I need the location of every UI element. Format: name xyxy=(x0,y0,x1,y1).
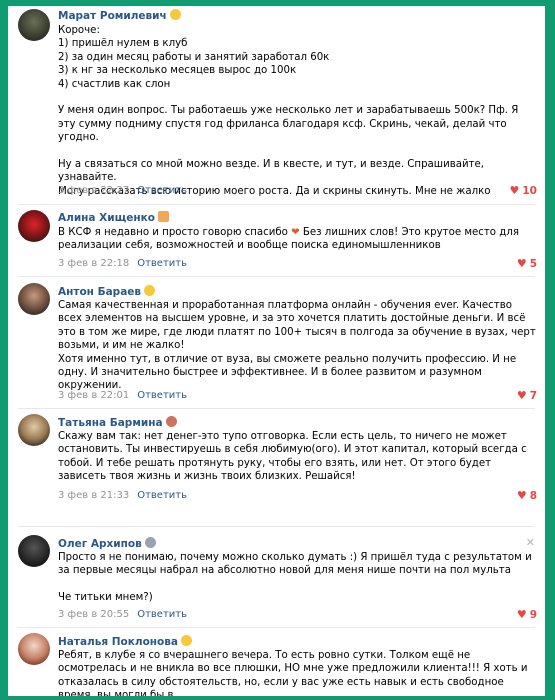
heart-icon: ♥ xyxy=(516,257,527,270)
divider xyxy=(18,204,535,205)
like-count: 10 xyxy=(522,185,537,197)
sunglasses-emoji-icon xyxy=(181,635,193,646)
like-count: 5 xyxy=(529,258,537,270)
comment-meta: 3 фев в 21:33 Ответить xyxy=(58,490,187,501)
divider xyxy=(18,627,535,628)
comment-text: Ребят, в клубе я со вчерашнего вечера. Т… xyxy=(58,650,528,696)
comment-date[interactable]: 3 фев в 20:55 xyxy=(58,609,129,620)
like-count: 9 xyxy=(529,609,537,621)
avatar[interactable] xyxy=(18,210,50,242)
avatar[interactable] xyxy=(18,9,50,41)
comment-date[interactable]: 3 фев в 21:33 xyxy=(58,490,129,501)
heart-icon: ♥ xyxy=(516,489,527,502)
avatar[interactable] xyxy=(18,633,50,665)
woman-emoji-icon xyxy=(165,416,177,427)
comment-author[interactable]: Марат Ромилевич xyxy=(58,9,181,22)
comments-panel: Марат Ромилевич Короче: 1) пришёл нулем … xyxy=(8,6,545,696)
comment-text: Скажу вам так: нет денег-это тупо отгово… xyxy=(58,431,527,483)
avatar[interactable] xyxy=(18,283,50,315)
heart-icon: ♥ xyxy=(509,184,520,197)
avatar[interactable] xyxy=(18,414,50,446)
divider xyxy=(18,526,535,527)
comment-date[interactable]: 3 фев в 22:27 xyxy=(58,185,129,196)
sunglasses-emoji-icon xyxy=(169,9,181,20)
divider xyxy=(18,408,535,409)
heart-icon: ♥ xyxy=(516,608,527,621)
comment-text: В КСФ я недавно и просто говорю спасибо … xyxy=(58,227,519,252)
like-count: 8 xyxy=(529,490,537,502)
comment-text: Короче: 1) пришёл нулем в клуб 2) за оди… xyxy=(58,25,519,197)
comment-author[interactable]: Наталья Поклонова xyxy=(58,635,193,648)
sunglasses-emoji-icon xyxy=(144,285,156,296)
comment-author[interactable]: Олег Архипов xyxy=(58,537,156,550)
reply-button[interactable]: Ответить xyxy=(137,390,187,401)
alien-emoji-icon xyxy=(144,537,156,548)
gift-emoji-icon xyxy=(157,211,169,222)
comment-meta: 3 фев в 22:01 Ответить xyxy=(58,390,187,401)
avatar[interactable] xyxy=(18,535,50,567)
like-button[interactable]: ♥ 7 xyxy=(517,389,537,402)
reply-button[interactable]: Ответить xyxy=(137,258,187,269)
like-count: 7 xyxy=(529,390,537,402)
reply-button[interactable]: Ответить xyxy=(137,609,187,620)
comment-text: Самая качественная и проработанная платф… xyxy=(58,300,536,392)
reply-button[interactable]: Ответить xyxy=(137,490,187,501)
comment-date[interactable]: 3 фев в 22:01 xyxy=(58,390,129,401)
heart-icon: ♥ xyxy=(516,389,527,402)
like-button[interactable]: ♥ 9 xyxy=(517,608,537,621)
like-button[interactable]: ♥ 10 xyxy=(510,184,538,197)
close-icon[interactable]: ✕ xyxy=(526,536,535,549)
divider xyxy=(18,276,535,277)
reply-button[interactable]: Ответить xyxy=(137,185,187,196)
like-button[interactable]: ♥ 5 xyxy=(517,257,537,270)
comment-author[interactable]: Алина Хищенко xyxy=(58,211,169,224)
comment-meta: 3 фев в 20:55 Ответить xyxy=(58,609,187,620)
comment-author[interactable]: Антон Бараев xyxy=(58,285,156,298)
comment-text: Просто я не понимаю, почему можно скольк… xyxy=(58,552,532,604)
comment-date[interactable]: 3 фев в 22:18 xyxy=(58,258,129,269)
comment-meta: 3 фев в 22:18 Ответить xyxy=(58,258,187,269)
like-button[interactable]: ♥ 8 xyxy=(517,489,537,502)
heart-emoji-icon: ❤ xyxy=(291,227,300,238)
comment-meta: 3 фев в 22:27 Ответить xyxy=(58,185,187,196)
comment-author[interactable]: Татьяна Бармина xyxy=(58,416,177,429)
